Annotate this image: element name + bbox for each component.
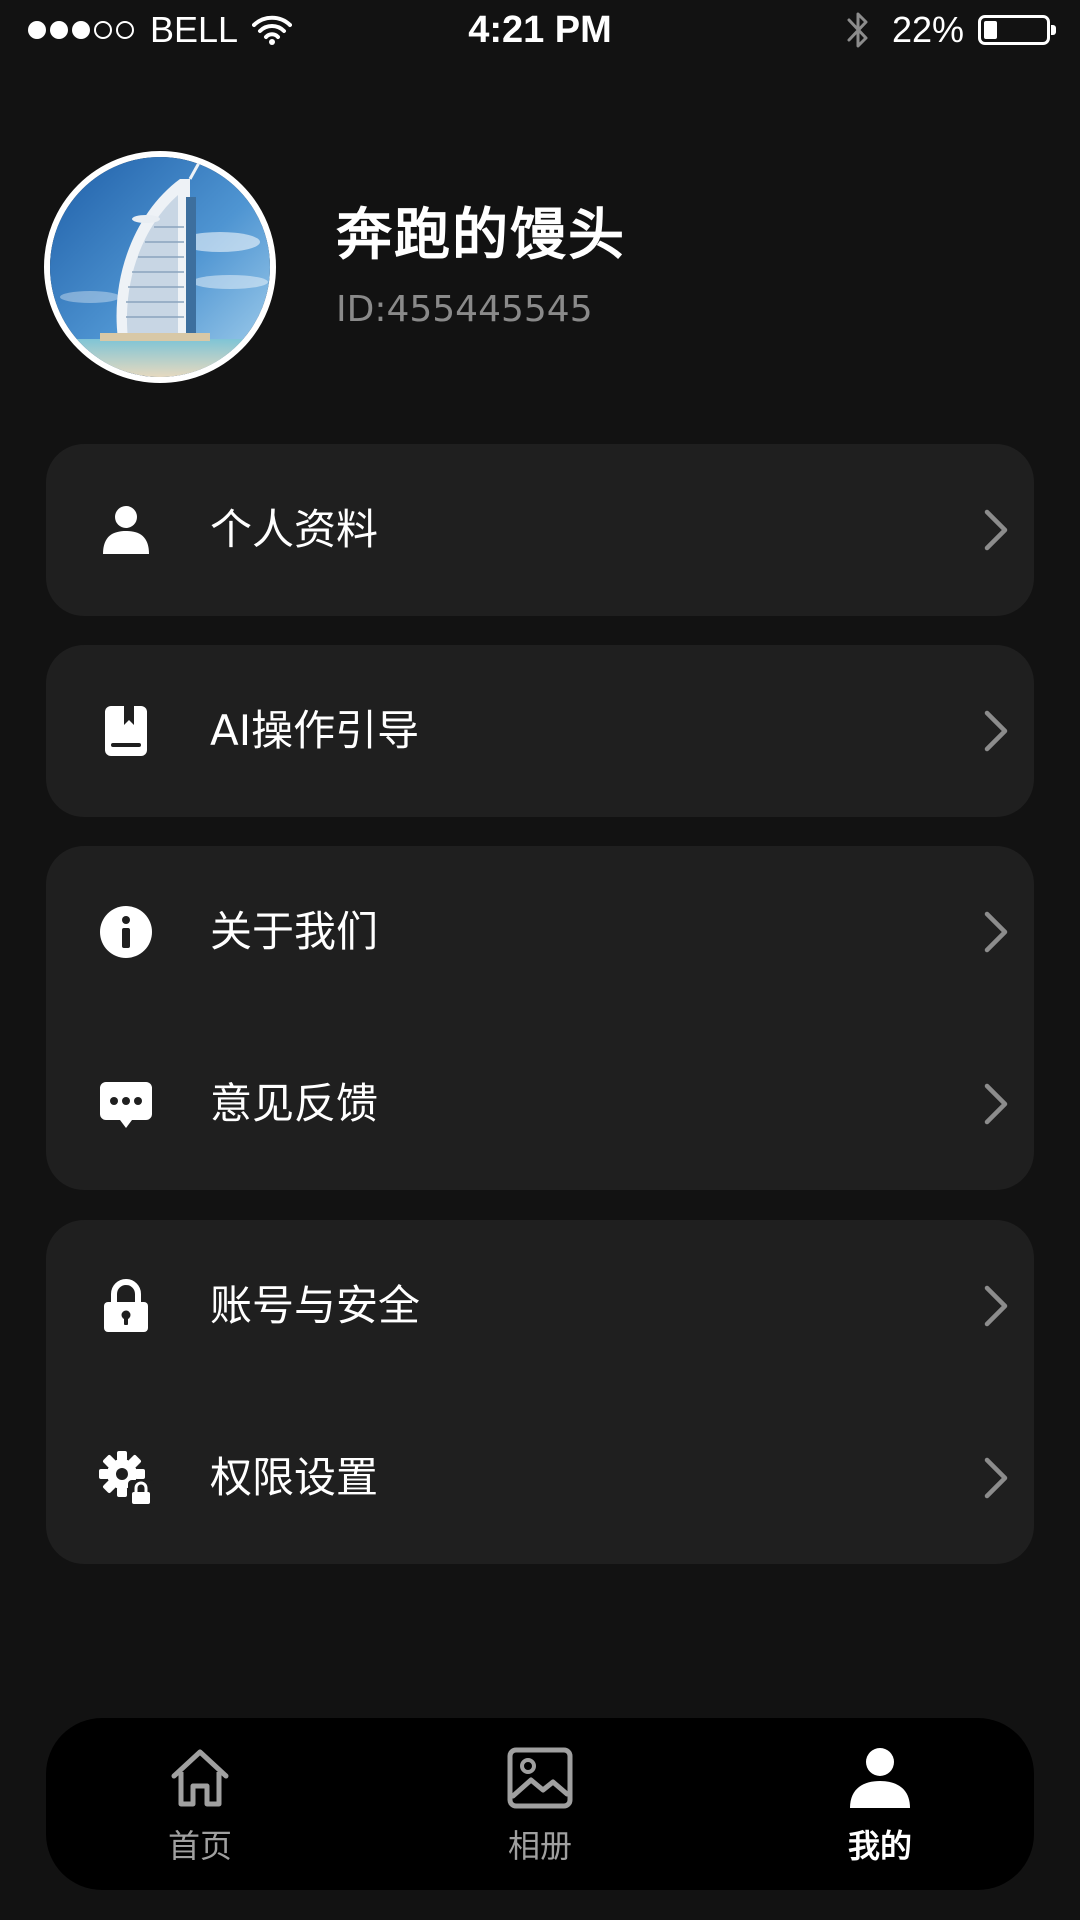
menu-card-about: 关于我们 意见反馈	[46, 846, 1034, 1190]
menu-item-label: 意见反馈	[210, 1079, 379, 1128]
lock-icon	[98, 1278, 154, 1334]
profile-id: ID:455445545	[336, 289, 593, 330]
battery-icon	[978, 15, 1056, 45]
gear-lock-icon	[98, 1450, 154, 1506]
menu-item-label: 权限设置	[210, 1453, 379, 1502]
tab-home[interactable]: 首页	[100, 1718, 300, 1890]
menu-item-label: 账号与安全	[210, 1281, 421, 1330]
profile-screen: BELL 4:21 PM 22% 奔跑的馒头 ID:455445545 个人资料…	[0, 0, 1080, 1920]
menu-card-guide: AI操作引导	[46, 645, 1034, 817]
menu-item-feedback[interactable]: 意见反馈	[46, 1018, 1034, 1190]
menu-item-about-us[interactable]: 关于我们	[46, 846, 1034, 1018]
menu-item-ai-guide[interactable]: AI操作引导	[46, 645, 1034, 817]
chevron-right-icon	[982, 1082, 1010, 1126]
menu-card-profile: 个人资料	[46, 444, 1034, 616]
chevron-right-icon	[982, 508, 1010, 552]
tab-mine[interactable]: 我的	[780, 1718, 980, 1890]
status-right: 22%	[846, 6, 1056, 54]
book-icon	[98, 703, 154, 759]
menu-item-label: 关于我们	[210, 907, 379, 956]
menu-item-account-security[interactable]: 账号与安全	[46, 1220, 1034, 1392]
chevron-right-icon	[982, 1456, 1010, 1500]
status-bar: BELL 4:21 PM 22%	[0, 0, 1080, 60]
tab-label: 我的	[847, 1827, 912, 1865]
battery-percent: 22%	[891, 9, 964, 50]
profile-name: 奔跑的馒头	[336, 203, 626, 268]
info-icon	[98, 904, 154, 960]
person-icon	[846, 1744, 914, 1812]
menu-item-permissions[interactable]: 权限设置	[46, 1392, 1034, 1564]
avatar[interactable]	[44, 151, 276, 383]
battery-fill	[984, 21, 997, 39]
avatar-photo	[50, 157, 270, 377]
menu-item-personal-info[interactable]: 个人资料	[46, 444, 1034, 616]
menu-item-label: 个人资料	[210, 505, 379, 554]
battery-cap	[1051, 25, 1056, 35]
chevron-right-icon	[982, 709, 1010, 753]
menu-card-security: 账号与安全 权限设置	[46, 1220, 1034, 1564]
tab-label: 首页	[167, 1827, 232, 1865]
home-icon	[166, 1744, 234, 1812]
person-icon	[98, 502, 154, 558]
tab-label: 相册	[507, 1827, 572, 1865]
menu-item-label: AI操作引导	[210, 706, 420, 755]
image-icon	[506, 1744, 574, 1812]
tab-album[interactable]: 相册	[440, 1718, 640, 1890]
chat-bubble-icon	[98, 1076, 154, 1132]
bottom-tab-bar: 首页 相册 我的	[46, 1718, 1034, 1890]
bluetooth-icon	[847, 12, 868, 48]
chevron-right-icon	[982, 910, 1010, 954]
chevron-right-icon	[982, 1284, 1010, 1328]
